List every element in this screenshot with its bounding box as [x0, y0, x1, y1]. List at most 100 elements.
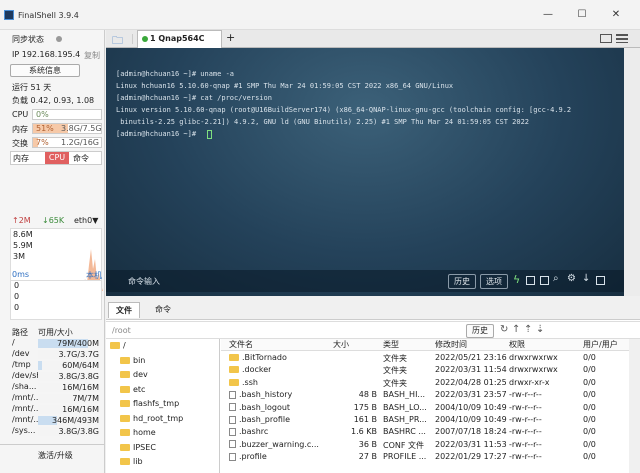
memory-bar: 51% 3.8G/7.5G [32, 123, 102, 134]
file-type: 文件夹 [383, 378, 407, 389]
copy-ip-button[interactable]: 复制 [84, 50, 100, 61]
disk-size: 79M/400M [57, 339, 99, 348]
search-icon[interactable]: ⌕ [553, 273, 559, 284]
tree-item-label: etc [133, 384, 146, 394]
proc-tab-command[interactable]: 命令 [73, 153, 89, 164]
disk-path: /mnt/... [12, 415, 42, 424]
terminal[interactable]: [admin@hchuan16 ~]# uname -a Linux hchua… [106, 48, 624, 296]
file-mtime-text: 2004/10/09 10:49 [435, 415, 507, 424]
tab-files[interactable]: 文件 [108, 302, 140, 318]
path-input[interactable]: /root [112, 326, 131, 335]
file-name-text: .buzzer_warning.c... [239, 439, 319, 449]
tree-item[interactable]: hd_root_tmp [120, 414, 183, 426]
file-perm-text: -rw-r--r-- [509, 390, 542, 400]
tree-item[interactable]: IPSEC [120, 443, 156, 455]
file-row[interactable]: .docker 文件夹 2022/03/31 11:54 drwxrwxrwx 0/0 [221, 365, 629, 377]
col-header-perm[interactable]: 权限 [509, 339, 525, 350]
file-row[interactable]: .buzzer_warning.c... 36 B CONF 文件 2022/03/3… [221, 440, 629, 452]
terminal-cursor [207, 130, 212, 139]
copy-icon[interactable] [526, 276, 535, 285]
command-input[interactable]: 命令输入 [128, 276, 160, 287]
latency-graph: 0 0 0 [10, 280, 102, 320]
file-type: 文件夹 [383, 365, 407, 376]
activate-upgrade-link[interactable]: 激活/升级 [38, 450, 73, 461]
file-name-text: .BitTornado [242, 353, 287, 362]
file-owner-text: 0/0 [583, 402, 596, 412]
add-tab-button[interactable]: + [226, 31, 235, 44]
layout-icon[interactable] [600, 34, 612, 43]
file-icon [229, 427, 236, 436]
options-button[interactable]: 选项 [480, 274, 508, 289]
tab-commands[interactable]: 命令 [146, 302, 180, 318]
tree-item-label: dev [133, 370, 148, 379]
file-row[interactable]: .bash_history 48 B BASH_HI... 2022/03/31 23… [221, 390, 629, 402]
tree-item-label: IPSEC [133, 442, 156, 452]
latency-y-label: 0 [14, 281, 20, 290]
minimize-button[interactable]: — [538, 8, 558, 22]
file-owner: 0/0 [583, 452, 596, 461]
disk-row: /dev/shm 3.8G/3.8G [10, 371, 102, 382]
disk-usage-bar: 3.8G/3.8G [38, 372, 100, 381]
file-name: .ssh [229, 378, 258, 387]
file-list-header: 文件名 大小 类型 修改时间 权限 用户/用户 [221, 339, 629, 351]
terminal-scrollbar[interactable] [624, 48, 640, 296]
file-mtime-text: 2022/01/29 17:27 [435, 452, 507, 462]
col-header-mtime[interactable]: 修改时间 [435, 339, 467, 350]
paste-icon[interactable] [540, 276, 549, 285]
tree-item[interactable]: / [110, 341, 126, 353]
sync-status-icon [56, 36, 62, 42]
file-owner: 0/0 [583, 378, 596, 387]
col-header-owner[interactable]: 用户/用户 [583, 339, 618, 350]
download-file-icon[interactable]: ⇣ [536, 324, 544, 335]
disk-size: 3.7G/3.7G [58, 350, 99, 359]
close-button[interactable]: ✕ [606, 8, 626, 22]
file-row[interactable]: .BitTornado 文件夹 2022/05/21 23:16 drwxrwxrwx… [221, 353, 629, 365]
file-type: PROFILE ... [383, 452, 426, 461]
refresh-icon[interactable]: ↻ [500, 324, 508, 335]
file-mtime-text: 2022/05/21 23:16 [435, 353, 507, 362]
file-mtime: 2022/04/28 01:25 [435, 378, 507, 387]
proc-tab-cpu[interactable]: CPU [45, 152, 69, 164]
disk-size: 3.8G/3.8G [58, 427, 99, 436]
disk-table: 路径 可用/大小 / 79M/400M/dev 3.7G/3.7G/tmp 60M/6… [10, 327, 102, 449]
terminal-line: binutils-2.25 glibc-2.21]) 4.9.2, GNU ld… [116, 118, 530, 126]
tab-qnap564c[interactable]: 1 Qnap564C [137, 30, 222, 48]
file-row[interactable]: .profile 27 B PROFILE ... 2022/01/29 17:27-… [221, 452, 629, 464]
col-header-type[interactable]: 类型 [383, 339, 399, 350]
grid-icon[interactable] [616, 34, 628, 43]
file-row[interactable]: .bash_profile 161 B BASH_PR... 2004/10/09 1… [221, 415, 629, 427]
maximize-button[interactable]: ☐ [572, 8, 592, 22]
proc-tab-memory[interactable]: 内存 [13, 153, 29, 164]
file-perm: -rw-r--r-- [509, 403, 542, 412]
sync-status-label: 同步状态 [12, 35, 44, 44]
tree-item[interactable]: dev [120, 370, 148, 382]
file-perm: -rw-r--r-- [509, 427, 542, 436]
tree-item[interactable]: lib [120, 457, 143, 469]
file-row[interactable]: .bashrc 1.6 KB BASHRC ... 2007/07/18 18:24-… [221, 427, 629, 439]
file-mtime: 2007/07/18 18:24 [435, 427, 507, 436]
up-directory-icon[interactable]: ↑ [512, 324, 520, 335]
file-list-scrollbar[interactable] [629, 339, 640, 473]
path-history-button[interactable]: 历史 [466, 324, 494, 338]
maximize-terminal-icon[interactable] [596, 276, 605, 285]
download-icon[interactable]: ↓ [582, 273, 590, 284]
net-interface-select[interactable]: eth0▼ [74, 216, 98, 225]
lightning-icon[interactable]: ϟ [513, 273, 520, 286]
file-row[interactable]: .bash_logout 175 B BASH_LO... 2004/10/09 10… [221, 403, 629, 415]
history-button[interactable]: 历史 [448, 274, 476, 289]
file-row[interactable]: .ssh 文件夹 2022/04/28 01:25 drwxr-xr-x 0/0 [221, 378, 629, 390]
disk-row: / 79M/400M [10, 338, 102, 349]
tree-item[interactable]: home [120, 428, 156, 440]
system-info-button[interactable]: 系统信息 [10, 64, 80, 77]
tree-item[interactable]: etc [120, 385, 145, 397]
file-perm-text: -rw-r--r-- [509, 452, 542, 462]
col-header-size[interactable]: 大小 [333, 339, 349, 350]
tree-item[interactable]: bin [120, 356, 145, 368]
gear-icon[interactable]: ⚙ [567, 273, 576, 284]
upload-icon[interactable]: ⇡ [524, 324, 532, 335]
file-mtime: 2022/01/29 17:27 [435, 452, 507, 461]
load-average: 负载 0.42, 0.93, 1.08 [12, 96, 95, 105]
col-header-name[interactable]: 文件名 [229, 339, 253, 350]
tree-item[interactable]: flashfs_tmp [120, 399, 179, 411]
file-perm: -rw-r--r-- [509, 390, 542, 399]
